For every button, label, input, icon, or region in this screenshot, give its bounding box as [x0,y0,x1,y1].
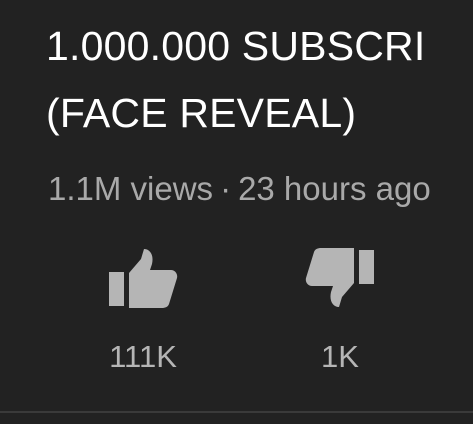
upload-age: 23 hours ago [238,170,431,207]
dislike-count: 1K [321,339,359,374]
meta-separator: · [220,170,232,207]
section-divider [0,411,473,413]
video-title[interactable]: 1.000.000 SUBSCRI (FACE REVEAL) [46,22,473,137]
video-meta: 1.1M views · 23 hours ago [48,170,473,208]
view-count: 1.1M views [48,170,214,207]
thumbs-down-icon [305,248,374,307]
like-count: 111K [109,339,177,374]
dislike-button[interactable]: 1K [275,246,405,376]
thumbs-up-icon [109,249,178,308]
like-button[interactable]: 111K [78,246,208,376]
video-title-line-1: 1.000.000 SUBSCRI [46,23,426,69]
video-title-line-2: (FACE REVEAL) [46,90,357,136]
